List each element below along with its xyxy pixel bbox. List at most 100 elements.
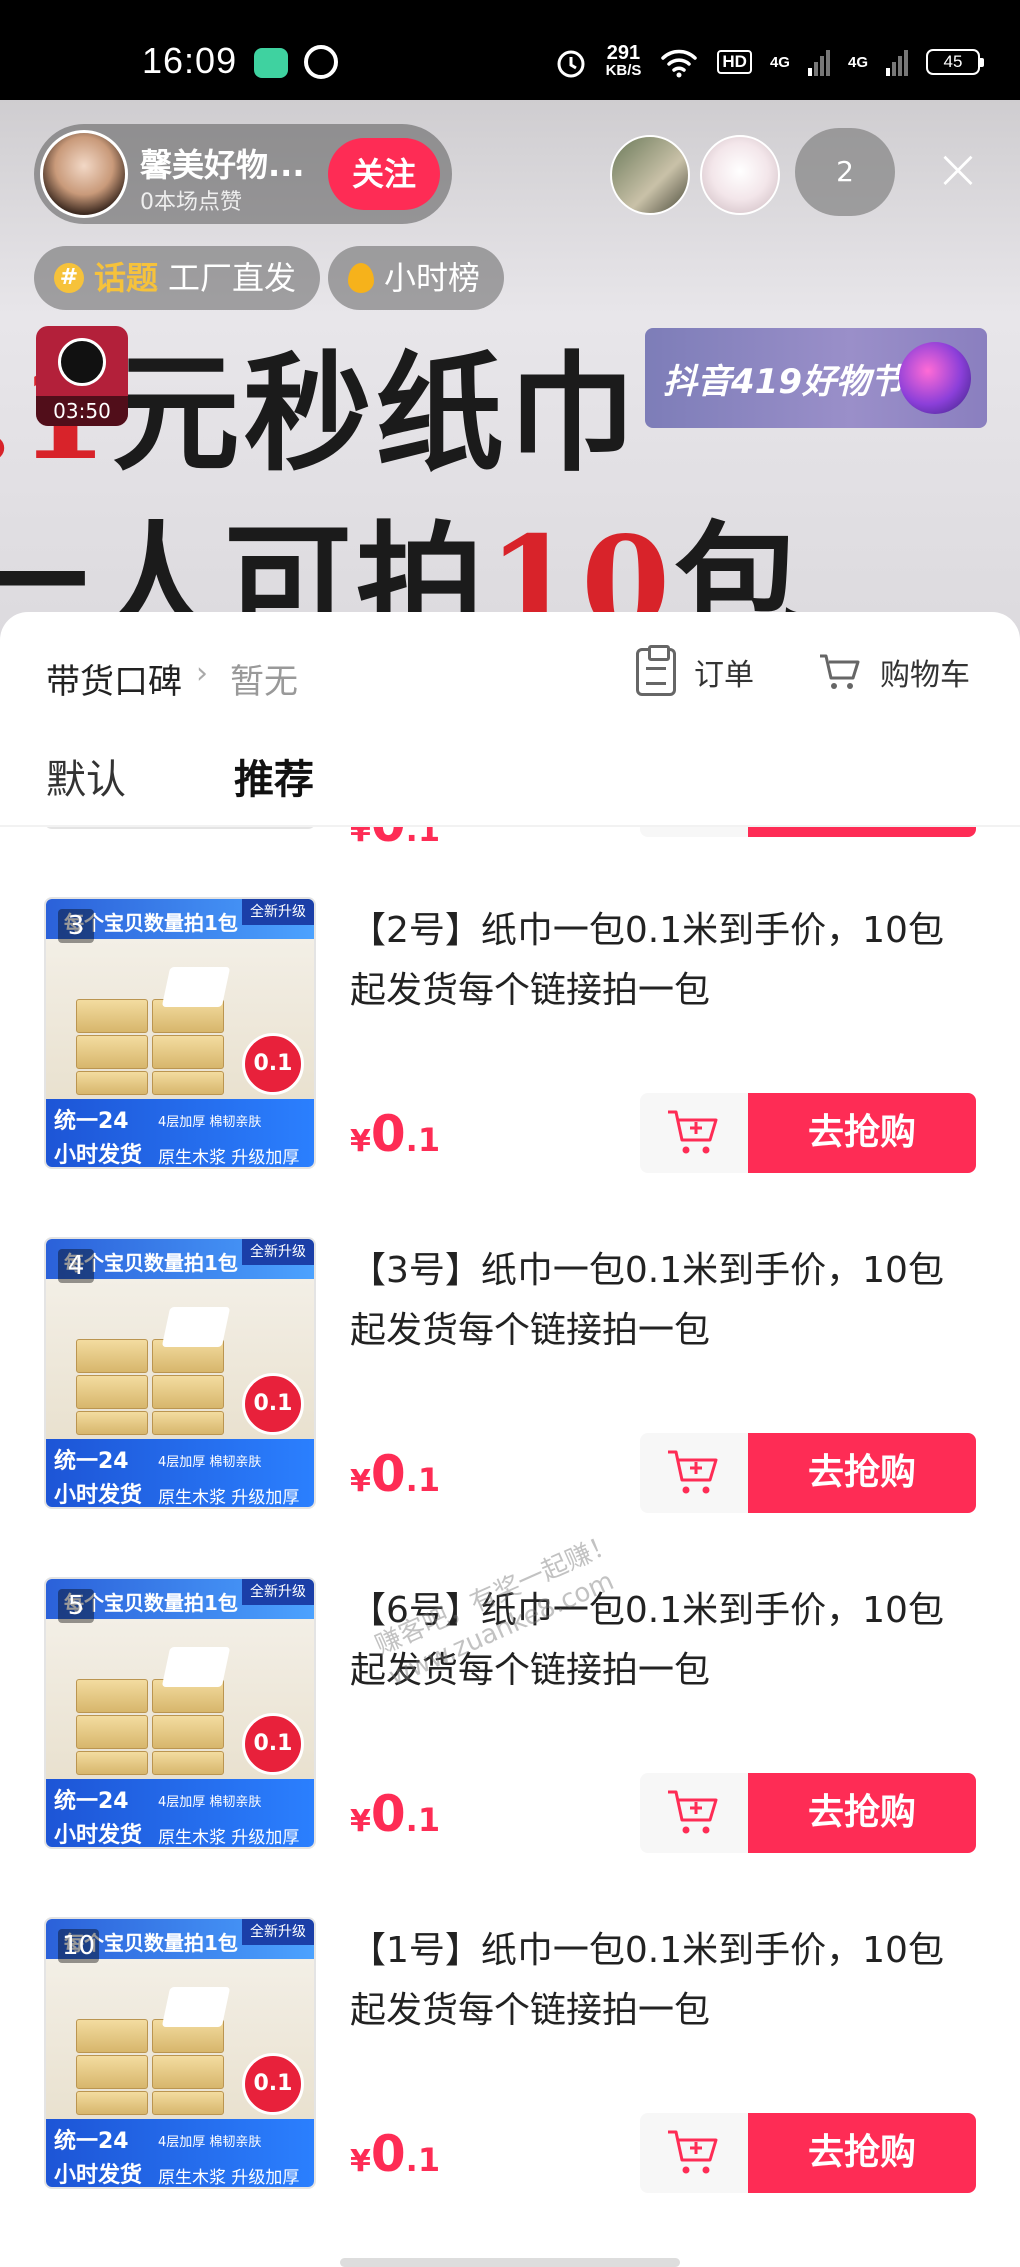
product-thumbnail[interactable]: 每个宝贝数量拍1包 全新升级 0.1 统一24 小时发货 4层加厚 棉韧亲肤 原…	[44, 1917, 316, 2189]
thumb-text: 统一24	[54, 1109, 129, 1134]
product-thumbnail[interactable]: 小时发货 原生木浆 升级加厚	[44, 827, 316, 829]
host-info[interactable]: 馨美好物... 0本场点赞 关注	[34, 124, 452, 224]
buy-button[interactable]: 去抢购	[748, 1433, 976, 1513]
wifi-icon	[661, 49, 698, 78]
product-thumbnail[interactable]: 每个宝贝数量拍1包 全新升级 0.1 统一24 小时发货 4层加厚 棉韧亲肤 原…	[44, 1577, 316, 1849]
festival-logo-icon	[899, 342, 971, 414]
signal-icon	[886, 50, 908, 76]
tissue-image: 0.1	[46, 1279, 314, 1439]
hd-badge: HD	[717, 50, 752, 74]
cart-button[interactable]: 购物车	[818, 642, 970, 702]
topic-label: 工厂直发	[168, 259, 297, 297]
host-name[interactable]: 馨美好物...	[140, 140, 304, 186]
topic-tag[interactable]: # 话题 工厂直发	[34, 246, 321, 310]
signal-2: 4G	[847, 53, 868, 71]
thumb-banner: 统一24 小时发货 4层加厚 棉韧亲肤 原生木浆 升级加厚	[46, 1099, 314, 1168]
chevron-right-icon[interactable]: ›	[196, 656, 208, 691]
buy-button[interactable]: 去抢购	[748, 1773, 976, 1853]
product-list[interactable]: 小时发货 原生木浆 升级加厚 ¥0.1 每个宝贝数量拍1包 全新升级	[0, 827, 1020, 2267]
promo-seal: 0.1	[242, 2053, 304, 2115]
promo-seal: 0.1	[242, 1033, 304, 1095]
signal-1: 4G	[769, 53, 790, 71]
tab-recommend[interactable]: 推荐	[234, 747, 314, 805]
buy-button[interactable]: 去抢购	[748, 2113, 976, 2193]
add-to-cart-button[interactable]	[640, 1093, 748, 1173]
thumb-banner: 统一24 小时发货 4层加厚 棉韧亲肤 原生木浆 升级加厚	[46, 2119, 314, 2188]
price: ¥0.1	[350, 1105, 441, 1163]
thumb-text: 统一24	[54, 1449, 129, 1474]
thumb-text: 小时发货	[54, 1823, 143, 1848]
list-item[interactable]: 每个宝贝数量拍1包 全新升级 0.1 统一24 小时发货 4层加厚 棉韧亲肤 原…	[0, 1577, 1020, 1917]
buy-button[interactable]: 去抢购	[748, 1093, 976, 1173]
hourly-rank-tag[interactable]: 小时榜	[328, 246, 505, 310]
viewer-avatar[interactable]	[700, 135, 780, 215]
reputation-value[interactable]: 暂无	[230, 654, 298, 703]
product-sheet: 带货口碑 › 暂无 订单 购物车 默认 推荐 小时发货 原生木浆 升级加厚 ¥0…	[0, 612, 1020, 2267]
list-item[interactable]: 每个宝贝数量拍1包 全新升级 0.1 统一24 小时发货 4层加厚 棉韧亲肤 原…	[0, 1917, 1020, 2257]
thumb-text: 小时发货	[54, 827, 142, 829]
price: ¥0.1	[350, 827, 441, 853]
product-thumbnail[interactable]: 每个宝贝数量拍1包 全新升级 0.1 统一24 小时发货 4层加厚 棉韧亲肤 原…	[44, 897, 316, 1169]
tissue-image: 0.1	[46, 1959, 314, 2119]
thumb-banner: 统一24 小时发货 4层加厚 棉韧亲肤 原生木浆 升级加厚	[46, 1779, 314, 1848]
thumb-text: 原生木浆 升级加厚	[158, 1488, 300, 1508]
order-label: 订单	[694, 658, 754, 693]
follow-button[interactable]: 关注	[328, 138, 440, 210]
thumb-text: 统一24	[54, 2129, 129, 2154]
net-speed: 291 KB/S	[605, 42, 642, 79]
product-title[interactable]: 【6号】纸巾一包0.1米到手价，10包起发货每个链接拍一包	[350, 1581, 970, 1701]
record-disc-icon	[58, 338, 106, 386]
thumb-text: 原生木浆 升级加厚	[158, 827, 299, 828]
mini-live-window[interactable]: 03:50	[36, 326, 128, 426]
host-likes: 0本场点赞	[140, 190, 242, 215]
host-avatar[interactable]	[40, 130, 128, 218]
reputation-label[interactable]: 带货口碑	[46, 654, 182, 703]
tab-default[interactable]: 默认	[46, 747, 126, 805]
add-to-cart-icon	[668, 2130, 718, 2174]
new-badge: 全新升级	[242, 1919, 314, 1945]
app-icon	[254, 48, 288, 78]
thumb-text: 原生木浆 升级加厚	[158, 1148, 300, 1168]
new-badge: 全新升级	[242, 1239, 314, 1265]
product-title[interactable]: 【1号】纸巾一包0.1米到手价，10包起发货每个链接拍一包	[350, 1921, 970, 2041]
festival-banner[interactable]: 抖音419好物节	[645, 328, 987, 428]
sync-icon	[304, 45, 338, 79]
new-badge: 全新升级	[242, 899, 314, 925]
price: ¥0.1	[350, 2125, 441, 2183]
cart-icon	[820, 654, 860, 689]
order-button[interactable]: 订单	[636, 642, 754, 702]
product-title[interactable]: 【3号】纸巾一包0.1米到手价，10包起发货每个链接拍一包	[350, 1241, 970, 1361]
list-item[interactable]: 小时发货 原生木浆 升级加厚 ¥0.1	[0, 827, 1020, 853]
hourly-rank-label: 小时榜	[384, 259, 481, 297]
festival-text: 抖音419好物节	[663, 362, 904, 402]
clipboard-icon	[636, 645, 676, 696]
topic-prefix: 话题	[94, 259, 159, 297]
add-to-cart-icon	[668, 1110, 718, 1154]
list-item[interactable]: 每个宝贝数量拍1包 全新升级 0.1 统一24 小时发货 4层加厚 棉韧亲肤 原…	[0, 1237, 1020, 1577]
list-item[interactable]: 每个宝贝数量拍1包 全新升级 0.1 统一24 小时发货 4层加厚 棉韧亲肤 原…	[0, 897, 1020, 1237]
promo-seal: 0.1	[242, 1373, 304, 1435]
close-icon[interactable]: ×	[930, 142, 986, 198]
thumb-text: 4层加厚 棉韧亲肤	[158, 2135, 262, 2150]
add-to-cart-button[interactable]	[640, 1773, 748, 1853]
thumb-text: 小时发货	[54, 2163, 143, 2188]
add-to-cart-button[interactable]	[640, 2113, 748, 2193]
home-indicator[interactable]	[340, 2258, 680, 2267]
signal-icon	[807, 50, 830, 76]
add-to-cart-button[interactable]	[640, 1433, 748, 1513]
product-title[interactable]: 【2号】纸巾一包0.1米到手价，10包起发货每个链接拍一包	[350, 901, 970, 1021]
add-to-cart-button[interactable]	[640, 827, 748, 837]
new-badge: 全新升级	[242, 1579, 314, 1605]
status-time: 16:09	[142, 40, 238, 81]
tissue-image: 0.1	[46, 939, 314, 1099]
viewer-avatar[interactable]	[610, 135, 690, 215]
viewer-count[interactable]: 2	[795, 128, 895, 216]
buy-button[interactable]	[748, 827, 976, 837]
status-icons: 291 KB/S HD 4G 4G 45	[554, 42, 984, 82]
thumb-text: 4层加厚 棉韧亲肤	[158, 1795, 262, 1810]
cart-label: 购物车	[880, 658, 970, 693]
product-thumbnail[interactable]: 每个宝贝数量拍1包 全新升级 0.1 统一24 小时发货 4层加厚 棉韧亲肤 原…	[44, 1237, 316, 1509]
add-to-cart-icon	[668, 1790, 718, 1834]
price: ¥0.1	[350, 1785, 441, 1843]
rank-badge: 4	[58, 1249, 94, 1283]
